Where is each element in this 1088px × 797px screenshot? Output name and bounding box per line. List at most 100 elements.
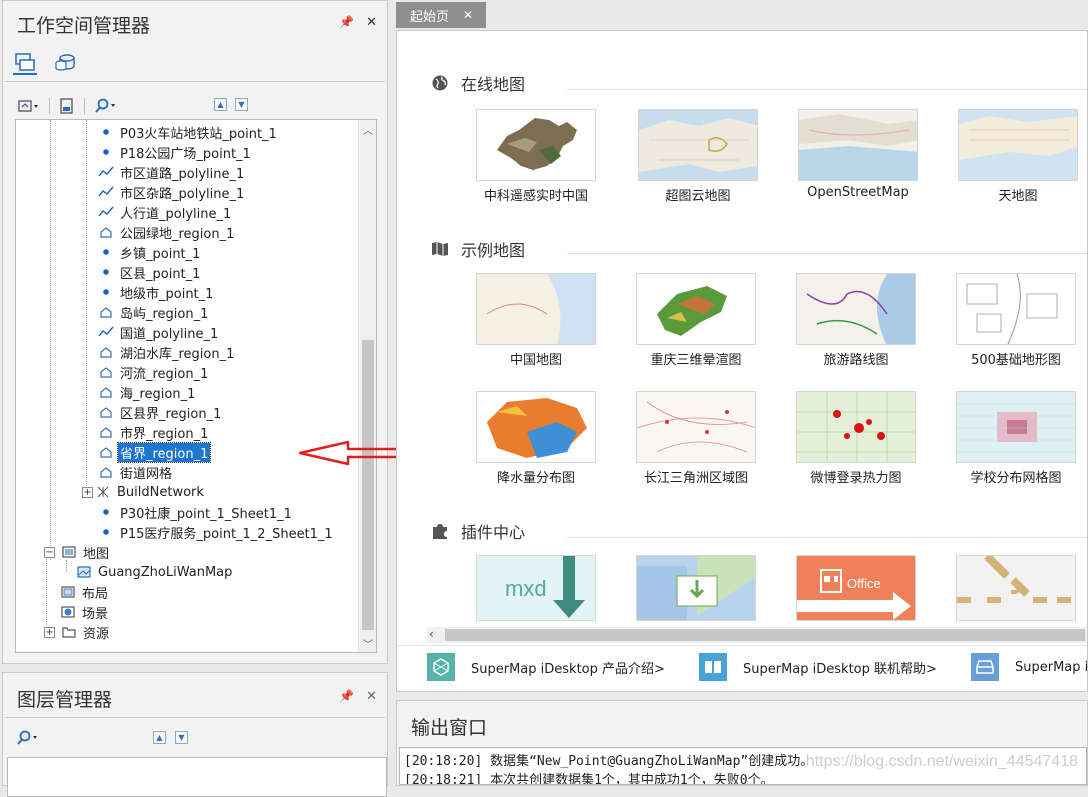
card-caption: 旅游路线图: [823, 353, 889, 368]
tree-item-dataset[interactable]: 街道网格: [98, 462, 174, 482]
card-sample-map-6[interactable]: 微博登录热力图: [795, 391, 917, 486]
tree-item-dataset[interactable]: 乡镇_point_1: [98, 242, 202, 262]
tree-item-dataset[interactable]: 岛屿_region_1: [98, 302, 210, 322]
card-sample-map-3[interactable]: 500基础地形图: [955, 273, 1077, 368]
card-online-map-2[interactable]: OpenStreetMap: [797, 109, 919, 200]
region-icon: [98, 344, 114, 360]
tree-item-dataset[interactable]: P03火车站地铁站_point_1: [98, 122, 279, 142]
download-plugin-icon: [637, 556, 755, 620]
move-up-icon[interactable]: ▲: [153, 731, 166, 744]
card-plugin-mxd[interactable]: mxd: [475, 555, 597, 621]
tree-item-dataset[interactable]: 地级市_point_1: [98, 282, 215, 302]
tree-node-maps[interactable]: − 地图: [44, 542, 111, 562]
move-up-icon[interactable]: ▲: [214, 98, 227, 111]
card-online-map-1[interactable]: 超图云地图: [637, 109, 759, 204]
tree-item-dataset[interactable]: P15医疗服务_point_1_2_Sheet1_1: [98, 522, 335, 542]
tree-item-dataset[interactable]: 国道_polyline_1: [98, 322, 220, 342]
map-thumbnail-icon: [797, 392, 915, 462]
map-thumbnail-icon: [497, 118, 577, 170]
region-icon: [98, 384, 114, 400]
search-icon[interactable]: [13, 728, 43, 748]
tree-item-dataset[interactable]: + BuildNetwork: [82, 482, 206, 502]
map-book-icon: [432, 242, 448, 256]
card-sample-map-1[interactable]: 重庆三维晕渲图: [635, 273, 757, 368]
tree-item-dataset[interactable]: 人行道_polyline_1: [98, 202, 233, 222]
tree-item-dataset[interactable]: 河流_region_1: [98, 362, 210, 382]
new-document-icon[interactable]: [56, 96, 78, 116]
search-icon[interactable]: [91, 96, 121, 116]
map-folder-icon: [61, 544, 77, 560]
arrow-plugin-icon: [957, 556, 1071, 603]
tree-node-resources[interactable]: + 资源: [44, 622, 111, 642]
card-sample-map-5[interactable]: 长江三角洲区域图: [635, 391, 757, 486]
tree-item-dataset[interactable]: 市区道路_polyline_1: [98, 162, 246, 182]
link-product-intro[interactable]: SuperMap iDesktop 产品介绍>: [427, 653, 665, 681]
card-online-map-0[interactable]: 中科遥感实时中国: [475, 109, 597, 204]
map-thumbnail-icon: [799, 114, 917, 180]
tree-node-scene[interactable]: 场景: [60, 602, 110, 622]
tree-item-label: 地图: [83, 546, 110, 562]
tree-item-dataset[interactable]: P18公园广场_point_1: [98, 142, 253, 162]
tree-item-label: 公园绿地_region_1: [120, 226, 235, 242]
tree-node-map-child[interactable]: GuangZhoLiWanMap: [76, 562, 234, 582]
tree-item-dataset[interactable]: 区县_point_1: [98, 262, 202, 282]
move-down-icon[interactable]: ▼: [235, 98, 248, 111]
horizontal-scrollbar[interactable]: ‹: [427, 627, 1087, 643]
map-thumbnail-icon: [959, 116, 1077, 160]
collapse-icon[interactable]: −: [44, 546, 55, 558]
region-icon: [98, 364, 114, 380]
tree-node-layout[interactable]: 布局: [60, 582, 110, 602]
tree-item-dataset[interactable]: 区县界_region_1: [98, 402, 223, 422]
card-sample-map-2[interactable]: 旅游路线图: [795, 273, 917, 368]
output-log[interactable]: [20:18:20] 数据集“New_Point@GuangZhoLiWanMa…: [399, 747, 1087, 785]
card-plugin-office[interactable]: Office: [795, 555, 917, 621]
expand-icon[interactable]: +: [44, 626, 55, 638]
scroll-down-icon[interactable]: ﹀: [362, 636, 374, 651]
folder-icon: [61, 624, 77, 640]
scroll-left-icon[interactable]: ‹: [429, 627, 434, 641]
scroll-thumb[interactable]: [445, 629, 1085, 641]
card-caption: 长江三角洲区域图: [643, 471, 748, 486]
map-thumbnail-icon: [966, 274, 1058, 344]
tree-item-dataset[interactable]: 市区杂路_polyline_1: [98, 182, 246, 202]
open-workspace-dropdown[interactable]: [15, 96, 43, 116]
output-window: 输出窗口 [20:18:20] 数据集“New_Point@GuangZhoLi…: [396, 700, 1088, 786]
card-sample-map-4[interactable]: 降水量分布图: [475, 391, 597, 486]
close-tab-icon[interactable]: ✕: [463, 8, 473, 22]
tree-item-dataset[interactable]: 省界_region_1: [98, 441, 212, 463]
workspace-tree: P03火车站地铁站_point_1 P18公园广场_point_1 市区道路_pol…: [15, 119, 377, 653]
close-icon[interactable]: ✕: [366, 15, 377, 30]
tree-item-dataset[interactable]: 海_region_1: [98, 382, 197, 402]
pin-icon[interactable]: 📌: [339, 15, 354, 30]
scroll-thumb[interactable]: [362, 340, 374, 630]
panel-title: 图层管理器: [17, 689, 113, 711]
link-online-help[interactable]: SuperMap iDesktop 联机帮助>: [699, 653, 937, 681]
tree-item-dataset[interactable]: P30社康_point_1_Sheet1_1: [98, 502, 294, 522]
link-supermap[interactable]: SuperMap i: [971, 653, 1087, 681]
pin-icon[interactable]: 📌: [339, 689, 354, 704]
tree-item-label: 河流_region_1: [120, 366, 209, 382]
tree-item-label: 市区道路_polyline_1: [120, 166, 245, 182]
card-plugin-arrow[interactable]: [955, 555, 1077, 621]
tab-start-page[interactable]: 起始页 ✕: [396, 2, 486, 28]
tree-item-label: 资源: [83, 626, 110, 642]
move-down-icon[interactable]: ▼: [175, 731, 188, 744]
card-sample-map-7[interactable]: 学校分布网格图: [955, 391, 1077, 486]
mxd-plugin-icon: mxd: [505, 556, 585, 618]
card-online-map-3[interactable]: 天地图: [957, 109, 1079, 204]
tree-item-dataset[interactable]: 公园绿地_region_1: [98, 222, 236, 242]
tree-scrollbar[interactable]: ︿ ﹀: [358, 120, 376, 652]
tree-item-dataset[interactable]: 湖泊水库_region_1: [98, 342, 236, 362]
card-sample-map-0[interactable]: 中国地图: [475, 273, 597, 368]
panel-title: 输出窗口: [411, 717, 488, 739]
scroll-up-icon[interactable]: ︿: [362, 122, 374, 137]
close-icon[interactable]: ✕: [366, 689, 377, 704]
tree-item-dataset[interactable]: 市界_region_1: [98, 422, 210, 442]
workspace-tree-icon[interactable]: [13, 51, 37, 75]
expand-icon[interactable]: +: [82, 486, 93, 498]
tree-item-label: P18公园广场_point_1: [120, 146, 251, 162]
log-line: [20:18:21] 本次共创建数据集1个，其中成功1个，失败0个。: [404, 773, 774, 785]
card-plugin-download[interactable]: [635, 555, 757, 621]
database-icon[interactable]: [53, 51, 77, 75]
card-caption: 500基础地形图: [971, 353, 1061, 368]
